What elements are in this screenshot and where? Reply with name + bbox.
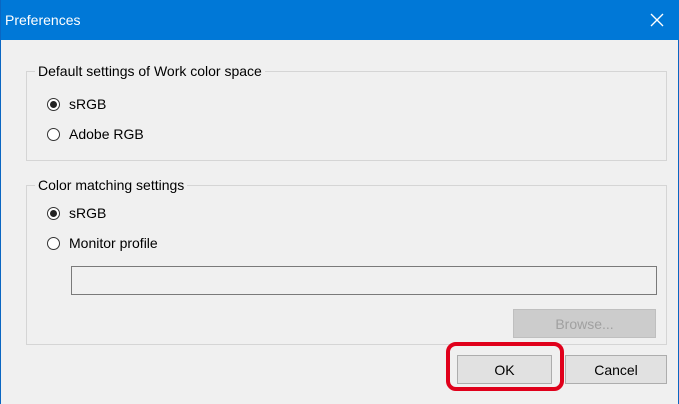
radio-label: sRGB: [69, 205, 107, 221]
radio-button[interactable]: [47, 97, 60, 111]
window-title: Preferences: [5, 12, 81, 28]
radio-label: sRGB: [69, 96, 107, 112]
radio-monitor-profile[interactable]: Monitor profile: [47, 235, 158, 251]
close-button[interactable]: [634, 0, 679, 40]
radio-matching-srgb[interactable]: sRGB: [47, 205, 106, 221]
ok-button[interactable]: OK: [457, 355, 552, 384]
work-color-space-legend: Default settings of Work color space: [35, 62, 265, 80]
radio-button[interactable]: [47, 127, 60, 141]
browse-button[interactable]: Browse...: [513, 309, 656, 338]
radio-selected-dot: [50, 209, 57, 217]
cancel-button[interactable]: Cancel: [565, 355, 667, 384]
radio-button[interactable]: [47, 206, 60, 220]
close-icon: [650, 13, 664, 27]
color-matching-legend: Color matching settings: [35, 176, 188, 194]
radio-work-adobe-rgb[interactable]: Adobe RGB: [47, 126, 144, 142]
radio-button[interactable]: [47, 236, 60, 250]
radio-label: Adobe RGB: [69, 126, 144, 142]
preferences-dialog: Preferences Default settings of Work col…: [0, 0, 679, 404]
radio-label: Monitor profile: [69, 235, 158, 251]
work-color-space-group: Default settings of Work color space: [26, 62, 667, 161]
monitor-profile-path-field[interactable]: [71, 266, 657, 295]
radio-work-srgb[interactable]: sRGB: [47, 96, 106, 112]
title-bar: Preferences: [1, 0, 679, 40]
radio-selected-dot: [50, 100, 57, 108]
